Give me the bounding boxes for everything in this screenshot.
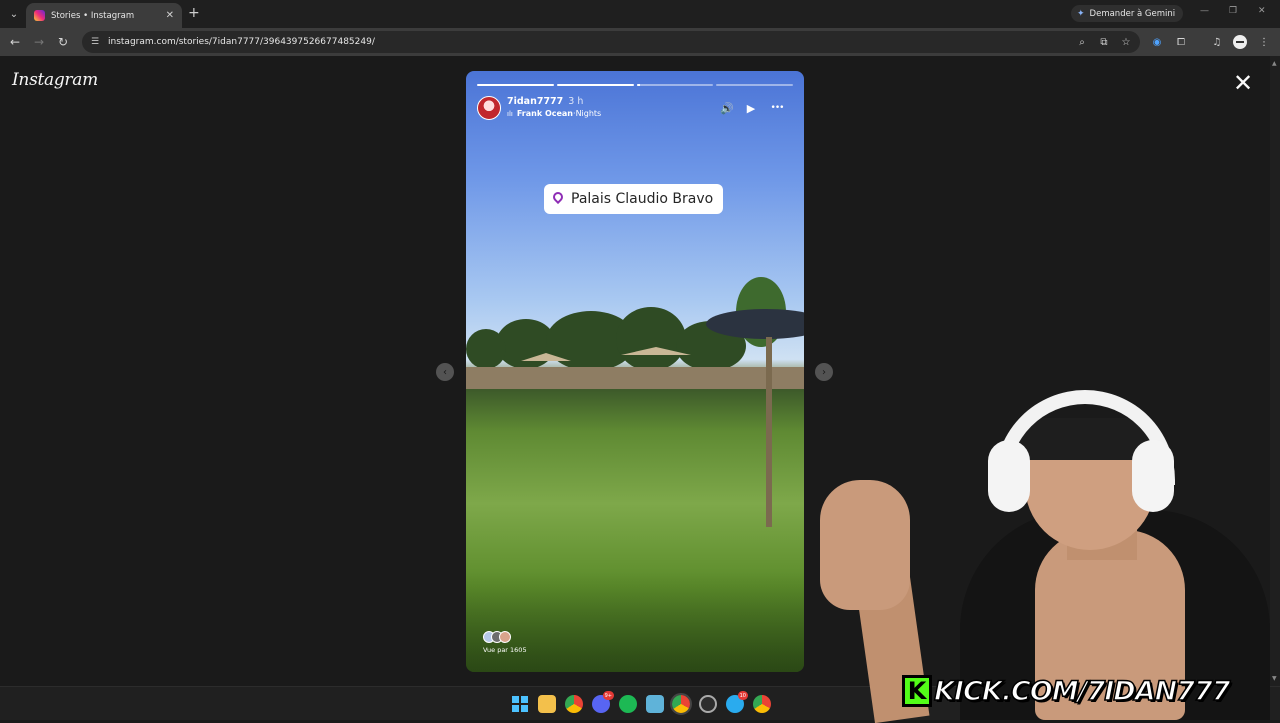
chrome-profile-icon[interactable] — [753, 695, 771, 713]
restore-window-button[interactable]: ❐ — [1229, 6, 1237, 16]
chrome-icon[interactable] — [565, 695, 583, 713]
previous-story-button[interactable]: ‹ — [436, 363, 454, 381]
browser-toolbar: ← → ↻ ☰ instagram.com/stories/7idan7777/… — [0, 28, 1280, 56]
back-button[interactable]: ← — [7, 34, 23, 50]
browser-menu-icon[interactable]: ⋮ — [1256, 34, 1272, 50]
scroll-down-icon[interactable]: ▼ — [1272, 675, 1277, 682]
viewers-count: Vue par 1605 — [483, 646, 527, 654]
kick-logo-icon: K — [902, 675, 932, 707]
reload-button[interactable]: ↻ — [55, 34, 71, 50]
telegram-badge: 10 — [737, 691, 748, 700]
story-progress-fill — [477, 84, 554, 86]
discord-badge: 9+ — [602, 691, 614, 700]
story-progress-segment — [716, 84, 793, 86]
extensions-puzzle-icon[interactable]: ⧠ — [1173, 34, 1189, 50]
story-progress-bar — [477, 84, 793, 86]
story-user-avatar[interactable] — [477, 96, 501, 120]
extension-shield-icon[interactable]: ◉ — [1149, 34, 1165, 50]
instagram-favicon-icon — [34, 10, 45, 21]
location-name: Palais Claudio Bravo — [571, 191, 714, 207]
close-window-button[interactable]: ✕ — [1258, 6, 1266, 16]
profile-avatar[interactable] — [1233, 35, 1247, 49]
scene-grass-shadow — [466, 571, 804, 672]
viewer-avatar — [499, 631, 511, 643]
bookmark-star-icon[interactable]: ☆ — [1118, 34, 1134, 50]
story-music[interactable]: ılı Frank Ocean · Nights — [507, 109, 601, 118]
browser-tab[interactable]: Stories • Instagram ✕ — [26, 3, 182, 28]
next-story-button[interactable]: › — [815, 363, 833, 381]
story-progress-segment — [636, 84, 714, 86]
more-options-icon[interactable]: ••• — [767, 101, 787, 115]
page-scrollbar[interactable]: ▲ ▼ — [1270, 56, 1280, 686]
address-bar[interactable]: ☰ instagram.com/stories/7idan7777/396439… — [82, 31, 1140, 53]
site-info-icon[interactable]: ☰ — [88, 35, 102, 49]
story-progress-segment — [477, 84, 554, 86]
instagram-logo[interactable]: Instagram — [12, 70, 98, 90]
instagram-story-page: Instagram ✕ ‹ › 7idan7777 3 h ılı Frank O… — [0, 56, 1270, 686]
story-progress-segment — [556, 84, 634, 86]
story-username[interactable]: 7idan7777 3 h — [507, 96, 583, 107]
music-song: Nights — [575, 109, 602, 118]
install-app-icon[interactable]: ⧉ — [1096, 34, 1112, 50]
music-bars-icon: ılı — [507, 109, 513, 118]
zoom-icon[interactable]: ⌕ — [1074, 34, 1090, 50]
story-viewers[interactable]: Vue par 1605 — [483, 631, 527, 654]
obs-icon[interactable] — [699, 695, 717, 713]
discord-icon[interactable]: 9+ — [592, 691, 614, 713]
story-time: 3 h — [568, 96, 584, 107]
file-explorer-icon[interactable] — [538, 695, 556, 713]
story-viewer[interactable]: 7idan7777 3 h ılı Frank Ocean · Nights 🔊 … — [466, 71, 804, 672]
story-header: 7idan7777 3 h ılı Frank Ocean · Nights 🔊 … — [477, 96, 793, 122]
gemini-label: Demander à Gemini — [1089, 8, 1176, 19]
volume-icon[interactable]: 🔊 — [720, 101, 734, 115]
forward-button[interactable]: → — [31, 34, 47, 50]
scene-tree — [466, 329, 506, 369]
gemini-star-icon: ✦ — [1077, 8, 1085, 19]
location-pin-icon — [552, 192, 564, 206]
kick-channel-url: KICK.COM/7IDAN777 — [933, 675, 1231, 708]
location-sticker[interactable]: Palais Claudio Bravo — [544, 184, 724, 214]
scroll-up-icon[interactable]: ▲ — [1272, 60, 1277, 67]
spotify-icon[interactable] — [619, 695, 637, 713]
tab-search-button[interactable]: ⌄ — [5, 5, 23, 23]
gemini-button[interactable]: ✦ Demander à Gemini — [1071, 5, 1184, 22]
browser-tab-bar: ⌄ Stories • Instagram ✕ + ✦ Demander à G… — [0, 0, 1280, 28]
play-icon[interactable]: ▶ — [744, 101, 758, 115]
kick-channel-banner: K KICK.COM/7IDAN777 — [902, 672, 1242, 710]
scene-table-leg — [766, 337, 772, 527]
media-controls-icon[interactable]: ♫ — [1209, 34, 1225, 50]
new-tab-button[interactable]: + — [188, 5, 200, 21]
url-text[interactable]: instagram.com/stories/7idan7777/39643975… — [108, 37, 1074, 47]
scene-tree — [616, 307, 686, 371]
windows-start-icon[interactable] — [511, 695, 529, 713]
tab-title: Stories • Instagram — [51, 10, 135, 21]
music-artist: Frank Ocean — [516, 109, 574, 118]
minimize-window-button[interactable]: — — [1200, 6, 1209, 16]
scene-wall — [466, 367, 804, 389]
close-story-button[interactable]: ✕ — [1232, 71, 1254, 95]
telegram-icon[interactable]: 10 — [726, 691, 748, 713]
chrome-active-icon[interactable] — [670, 693, 692, 715]
viewer-avatars — [483, 631, 527, 643]
story-progress-fill — [636, 84, 641, 86]
story-progress-fill — [556, 84, 634, 86]
notepad-icon[interactable] — [646, 695, 664, 713]
tab-close-icon[interactable]: ✕ — [166, 10, 174, 21]
